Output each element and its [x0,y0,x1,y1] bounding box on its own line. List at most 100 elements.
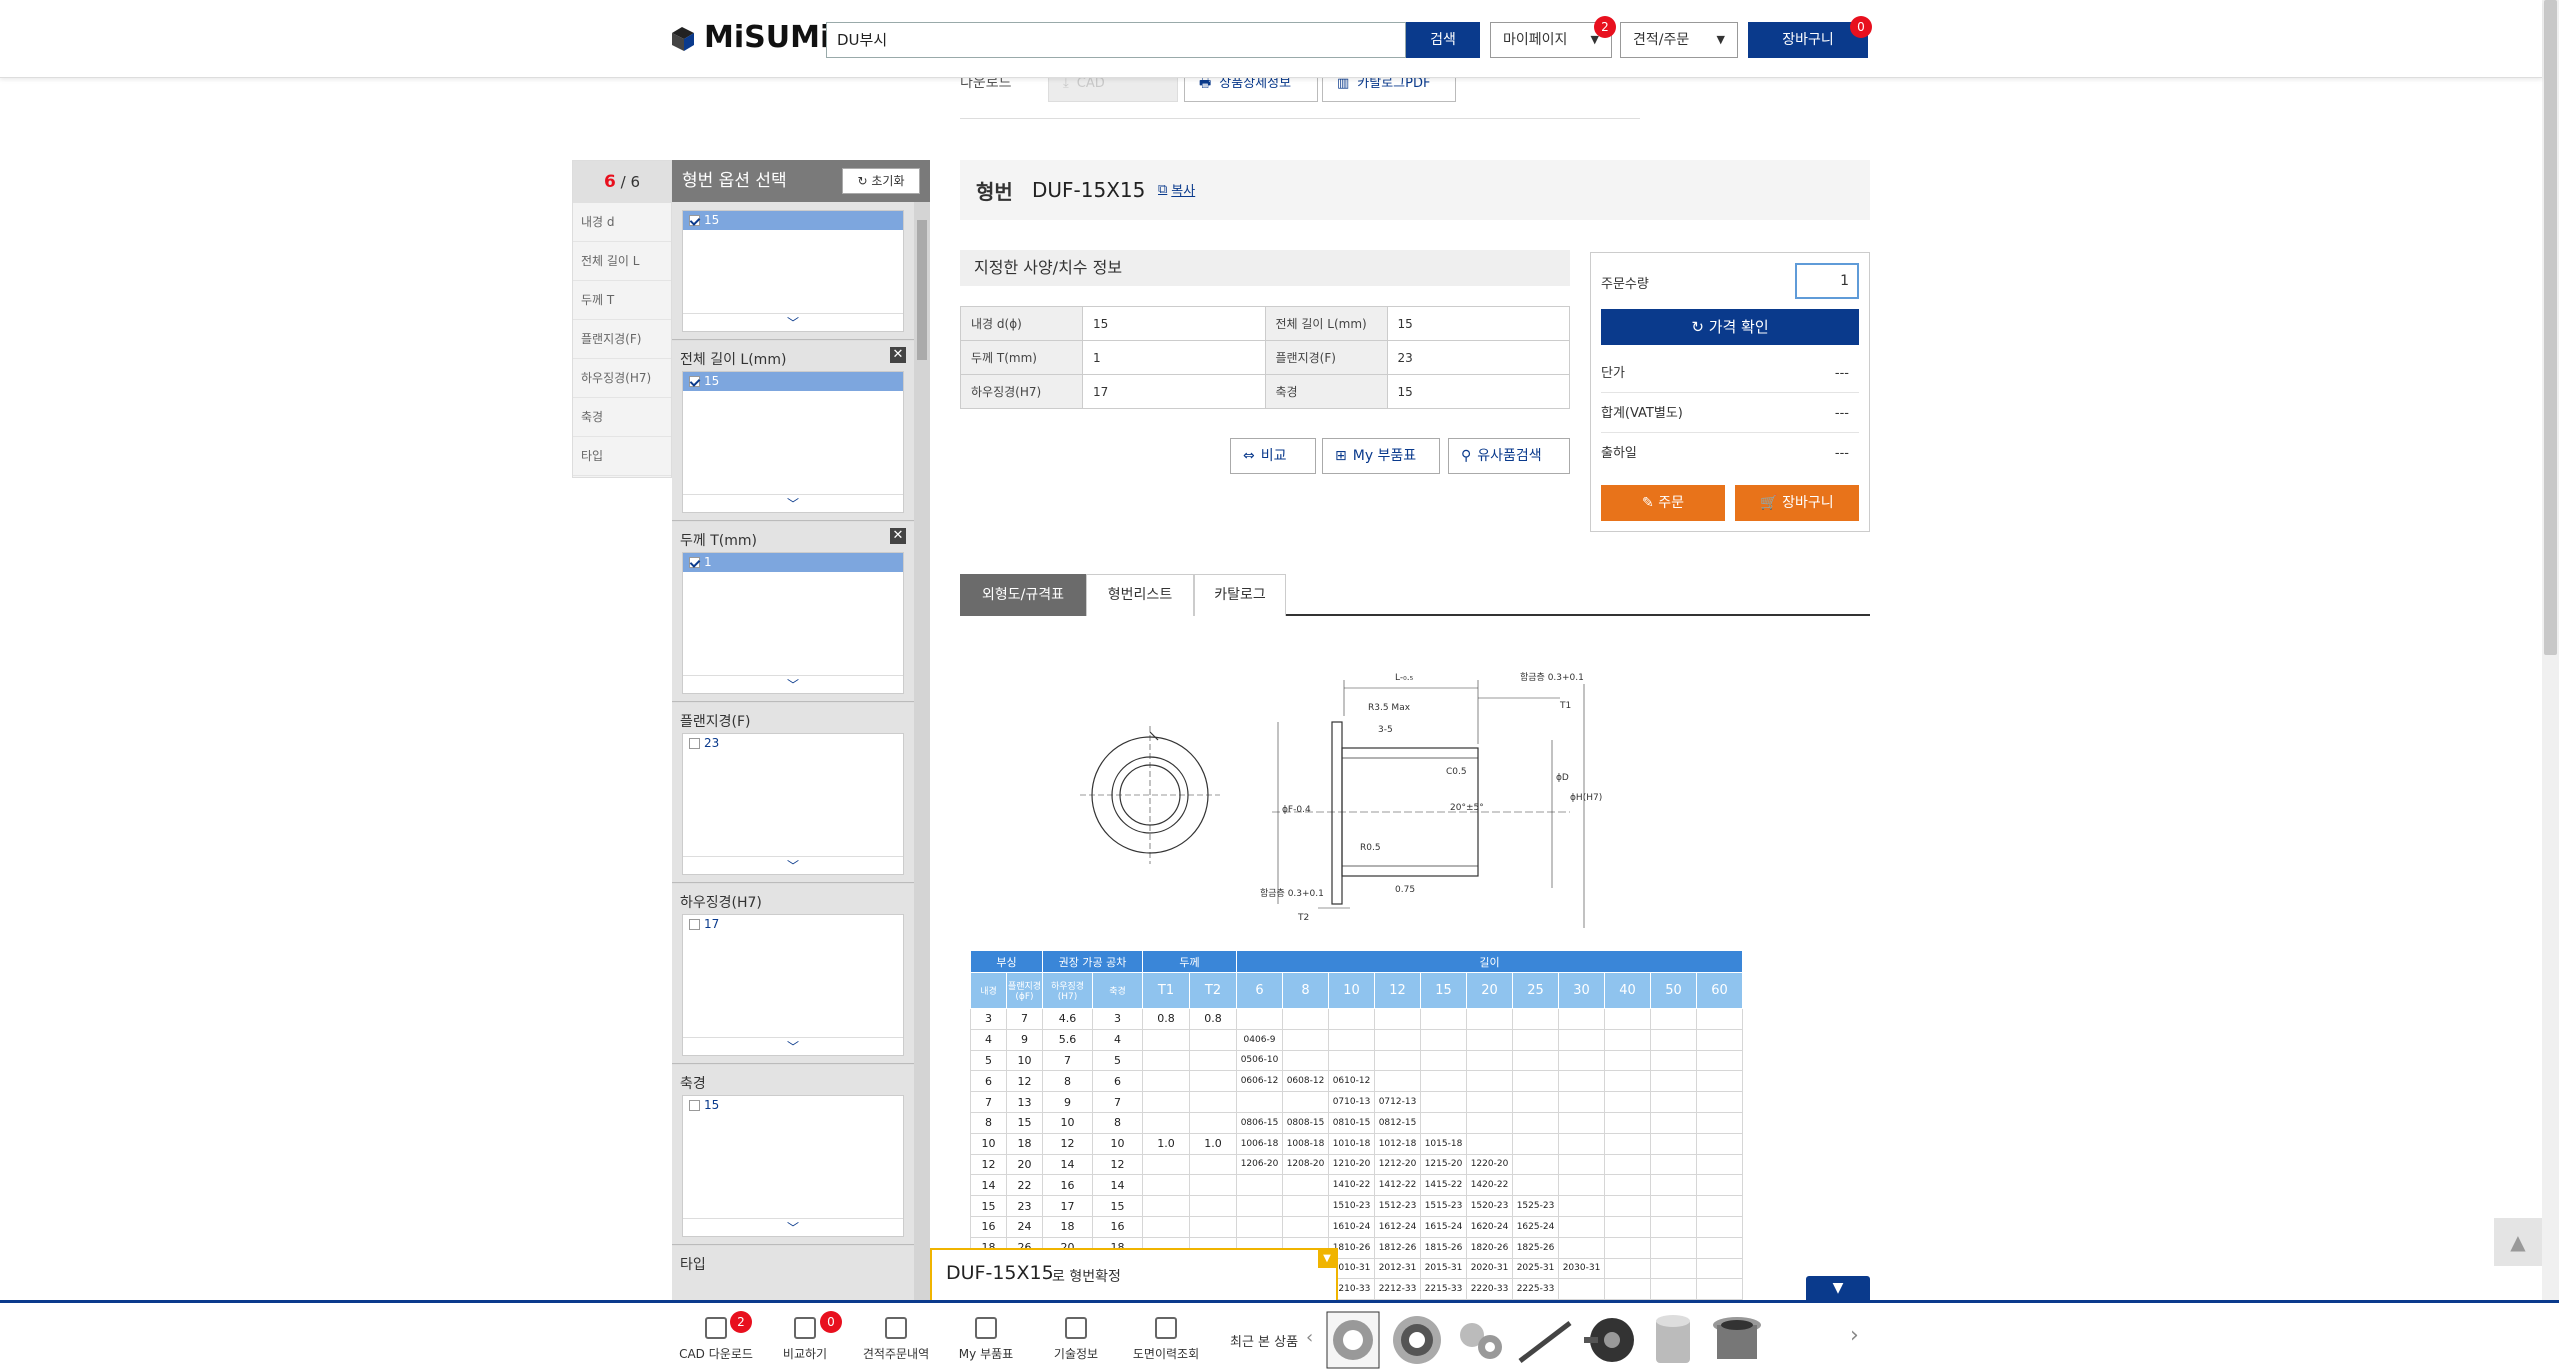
table-cell [1142,1215,1190,1238]
filter-tab-length[interactable]: 전체 길이 L [573,242,671,281]
search-button[interactable]: 검색 [1406,22,1480,58]
chevron-down-icon[interactable]: ﹀ [683,1218,903,1236]
filter-option[interactable]: 1 [683,553,903,572]
copy-link[interactable]: ⧉ 복사 [1158,180,1195,199]
quantity-input[interactable]: 1 [1795,263,1859,299]
compare-badge: 0 [820,1311,842,1333]
filter-scrollbar[interactable] [914,202,930,1300]
product-number-label: 형번 [976,180,1013,204]
reset-button[interactable]: ↻ 초기화 [842,168,920,194]
chevron-right-icon[interactable]: › [1850,1323,1859,1348]
checkbox-icon[interactable] [689,738,700,749]
chevron-down-icon[interactable]: ﹀ [683,856,903,874]
table-cell: 2012-31 [1374,1257,1421,1280]
table-cell [1189,1153,1237,1176]
similar-search-button[interactable]: ⚲ 유사품검색 [1448,438,1570,474]
filter-tab-shaft[interactable]: 축경 [573,398,671,437]
table-cell: 12 [1006,1070,1043,1093]
table-cell: 1815-26 [1420,1236,1467,1259]
chevron-left-icon[interactable]: ‹ [1306,1327,1313,1348]
table-cell [1512,1091,1559,1113]
tab-catalog[interactable]: 카탈로그 [1194,574,1286,616]
table-cell [1189,1215,1237,1238]
recent-product-thumb[interactable] [1390,1311,1444,1369]
filter-tab-housing[interactable]: 하우징경(H7) [573,359,671,398]
filter-scrollbar-thumb[interactable] [917,220,927,360]
part-number-confirm-bar[interactable]: DUF-15X15 로 형번확정 ▼ [930,1248,1338,1304]
table-cell: 17 [1042,1195,1093,1217]
quote-order-dropdown[interactable]: 견적/주문 ▼ [1620,22,1738,58]
filter-option[interactable]: 17 [683,915,903,934]
search-input[interactable]: DU부시 [826,22,1406,58]
my-parts-button[interactable]: ⊞ My 부품표 [1322,438,1440,474]
bottom-my-parts[interactable]: My 부품표 [946,1317,1026,1362]
table-cell [1420,1028,1467,1051]
compare-button[interactable]: ⇔ 비교 [1230,438,1316,474]
bushing-drawing: L-₀.₅ R3.5 Max 3-5 ϕF-0.4 C0.5 20°±5° R0… [1080,672,1602,928]
tab-part-list[interactable]: 형번리스트 [1086,574,1194,616]
bottom-toolbar: CAD 다운로드 2 비교하기 0 견적주문내역 My 부품표 기술정보 도면이… [0,1300,2559,1371]
table-cell: 9 [1006,1028,1043,1051]
chevron-down-icon[interactable]: ﹀ [683,675,903,693]
drawing-icon [1155,1317,1177,1339]
recent-product-thumb[interactable] [1710,1311,1764,1369]
tab-drawing[interactable]: 외형도/규격표 [960,574,1086,616]
table-cell: 4 [970,1028,1007,1051]
table-cell: 0506-10 [1236,1049,1283,1072]
table-cell [1328,1049,1375,1072]
filter-option[interactable]: 15 [683,211,903,230]
checkbox-icon[interactable] [689,1100,700,1111]
order-button[interactable]: ✎ 주문 [1601,485,1725,521]
checkbox-checked-icon[interactable] [689,557,700,568]
bottom-tech-info[interactable]: 기술정보 [1036,1317,1116,1362]
filter-option[interactable]: 23 [683,734,903,753]
table-cell: 0.8 [1142,1008,1190,1030]
scroll-top-button[interactable]: ▲ [2494,1218,2542,1266]
page-scrollbar[interactable] [2542,0,2559,1300]
chevron-down-icon[interactable]: ﹀ [683,313,903,331]
total-label: 합계(VAT별도) [1601,406,1683,421]
table-cell: 1625-24 [1512,1215,1559,1238]
recent-product-thumb[interactable] [1518,1311,1572,1369]
filter-tab-type[interactable]: 타입 [573,437,671,476]
table-cell [1282,1008,1329,1030]
chevron-down-icon[interactable]: ▼ [1318,1250,1336,1268]
ship-row: 출하일 --- [1601,435,1859,473]
recent-product-thumb[interactable] [1646,1311,1700,1369]
table-cell [1282,1028,1329,1051]
chevron-down-icon[interactable]: ﹀ [683,494,903,512]
recent-product-thumb[interactable] [1582,1311,1636,1369]
collapse-button[interactable]: ▼ [1806,1276,1870,1302]
table-cell [1696,1257,1743,1280]
table-cell [1466,1111,1513,1134]
table-cell [1604,1091,1651,1113]
table-cell: 1.0 [1142,1132,1190,1155]
filter-option[interactable]: 15 [683,372,903,391]
close-icon[interactable]: ✕ [890,347,906,363]
table-cell [1604,1195,1651,1217]
drawing-label: T1 [1559,701,1571,711]
recent-product-thumb[interactable] [1326,1311,1380,1369]
spec-row: 하우징경(H7) 17 축경 15 [960,374,1570,409]
filter-section-title: 전체 길이 L(mm) [680,352,787,368]
bottom-order-history[interactable]: 견적주문내역 [856,1317,936,1362]
checkbox-checked-icon[interactable] [689,215,700,226]
filter-tab-flange[interactable]: 플랜지경(F) [573,320,671,359]
table-cell [1650,1091,1697,1113]
filter-option-box: 15 ﹀ [682,371,904,513]
table-cell: 1615-24 [1420,1215,1467,1238]
recent-product-thumb[interactable] [1454,1311,1508,1369]
close-icon[interactable]: ✕ [890,528,906,544]
checkbox-checked-icon[interactable] [689,376,700,387]
chevron-down-icon[interactable]: ﹀ [683,1037,903,1055]
drawing-label: 3-5 [1378,725,1393,735]
filter-tab-thickness[interactable]: 두께 T [573,281,671,320]
checkbox-icon[interactable] [689,919,700,930]
scrollbar-thumb[interactable] [2544,0,2557,655]
filter-option[interactable]: 15 [683,1096,903,1115]
misumi-logo[interactable]: MiSUMi [668,20,830,55]
add-to-cart-button[interactable]: 🛒 장바구니 [1735,485,1859,521]
filter-tab-inner-diameter[interactable]: 내경 d [573,203,671,242]
price-check-button[interactable]: ↻ 가격 확인 [1601,309,1859,345]
bottom-drawing-history[interactable]: 도면이력조회 [1126,1317,1206,1362]
